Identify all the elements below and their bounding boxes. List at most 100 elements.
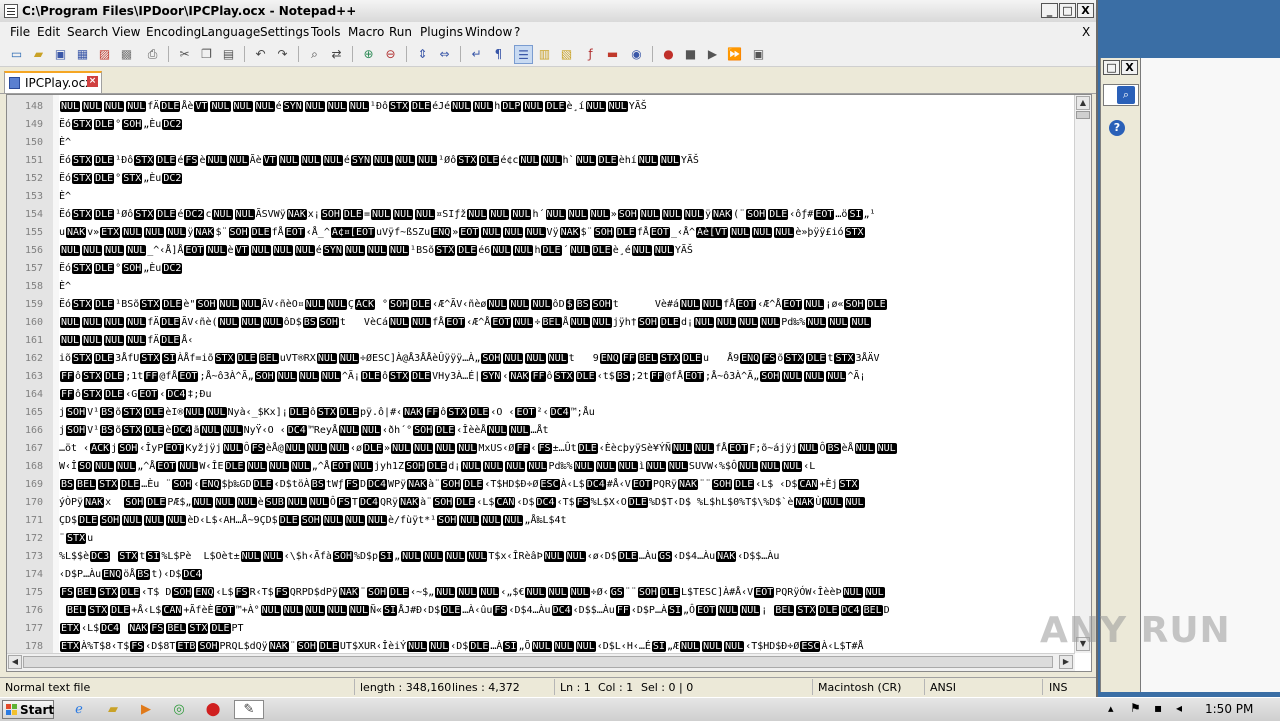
zoom-in-icon[interactable]: ⊕ — [360, 45, 377, 62]
scroll-left-icon[interactable]: ◀ — [8, 655, 22, 669]
toolbar-separator — [298, 46, 299, 62]
control-char: NUL — [509, 425, 530, 436]
monitoring-icon[interactable]: ◉ — [628, 45, 645, 62]
sync-vertical-icon[interactable]: ⇕ — [414, 45, 431, 62]
control-char: NUL — [218, 299, 239, 310]
editor[interactable]: 148 NUL NUL NUL NUL fÄ DLE Åè VT NUL NUL NUL é SYN NUL… — [6, 94, 1092, 672]
run-macro-multiple-icon[interactable]: ⏩ — [726, 45, 743, 62]
menu-search[interactable]: Search — [67, 25, 108, 39]
control-char: DLE — [768, 209, 789, 220]
menu-encoding[interactable]: Encoding — [146, 25, 201, 39]
horizontal-scrollbar[interactable]: ◀ ▶ — [7, 653, 1075, 671]
bg-close-button[interactable]: X — [1121, 60, 1138, 75]
control-char: NAK — [403, 407, 424, 418]
menu-help[interactable]: ? — [514, 25, 520, 39]
maximize-button[interactable]: □ — [1059, 3, 1076, 18]
show-all-chars-icon[interactable]: ¶ — [490, 45, 507, 62]
open-file-icon[interactable]: ▰ — [30, 45, 47, 62]
menu-run[interactable]: Run — [389, 25, 412, 39]
doc-map-icon[interactable]: ▧ — [558, 45, 575, 62]
find-icon[interactable]: ⌕ — [306, 45, 323, 62]
word-wrap-icon[interactable]: ↵ — [468, 45, 485, 62]
line-number: 151 — [24, 155, 43, 166]
chrome-icon[interactable]: ◎ — [168, 700, 190, 719]
control-char: STX — [72, 263, 93, 274]
stop-macro-icon[interactable]: ■ — [682, 45, 699, 62]
scroll-up-icon[interactable]: ▲ — [1076, 96, 1090, 110]
control-char: ENQ — [194, 587, 215, 598]
paste-icon[interactable]: ▤ — [220, 45, 237, 62]
zoom-out-icon[interactable]: ⊖ — [382, 45, 399, 62]
menu-macro[interactable]: Macro — [348, 25, 384, 39]
record-macro-icon[interactable]: ● — [660, 45, 677, 62]
menu-view[interactable]: View — [112, 25, 140, 39]
function-list-icon[interactable]: ƒ — [582, 45, 599, 62]
menu-tools[interactable]: Tools — [311, 25, 341, 39]
volume-icon[interactable]: ◂ — [1176, 701, 1182, 715]
control-char: BEL — [541, 317, 562, 328]
clock[interactable]: 1:50 PM — [1205, 702, 1253, 716]
undo-icon[interactable]: ↶ — [252, 45, 269, 62]
copy-icon[interactable]: ❐ — [198, 45, 215, 62]
folder-workspace-icon[interactable]: ▬ — [604, 45, 621, 62]
network-icon[interactable]: ▪ — [1154, 701, 1162, 715]
control-char: NUL — [250, 245, 271, 256]
tab-close-icon[interactable]: × — [87, 76, 98, 87]
control-char: NUL — [842, 587, 863, 598]
play-macro-icon[interactable]: ▶ — [704, 45, 721, 62]
close-button[interactable]: X — [1077, 3, 1094, 18]
explorer-icon[interactable]: ▰ — [102, 700, 124, 719]
vertical-scrollbar[interactable]: ▲ ▼ — [1074, 95, 1091, 653]
scroll-right-icon[interactable]: ▶ — [1059, 655, 1073, 669]
save-all-icon[interactable]: ▦ — [74, 45, 91, 62]
control-char: NUL — [519, 155, 540, 166]
control-char: NUL — [569, 245, 590, 256]
sync-horizontal-icon[interactable]: ⇔ — [436, 45, 453, 62]
tab-ipcplay[interactable]: IPCPlay.ocx × — [4, 71, 102, 93]
search-icon[interactable]: ⌕ — [1117, 86, 1135, 104]
scroll-thumb[interactable] — [1076, 111, 1090, 119]
horizontal-scroll-thumb[interactable] — [23, 656, 1053, 668]
line-text: FF ô STX DLE ‹G EOT ‹ DC4 ‡;Ðu — [60, 389, 212, 400]
notepadpp-task-icon[interactable]: ✎ — [234, 700, 264, 719]
help-icon[interactable]: ? — [1109, 120, 1125, 136]
menu-settings[interactable]: Settings — [260, 25, 309, 39]
menu-plugins[interactable]: Plugins — [420, 25, 463, 39]
close-all-icon[interactable]: ▩ — [118, 45, 135, 62]
doc-close-button[interactable]: X — [1082, 25, 1090, 39]
line-number: 159 — [24, 299, 43, 310]
control-char: NUL — [200, 425, 221, 436]
control-char: DC4 — [549, 407, 570, 418]
ie-icon[interactable]: ℯ — [68, 700, 90, 719]
menu-window[interactable]: Window — [465, 25, 512, 39]
control-char: SI — [848, 209, 863, 220]
indent-guide-icon[interactable]: ☰ — [514, 45, 533, 64]
line-number: 165 — [24, 407, 43, 418]
control-char: CAN — [495, 497, 516, 508]
control-char: BEL — [76, 479, 97, 490]
language-icon[interactable]: ▥ — [536, 45, 553, 62]
print-icon[interactable]: ⎙ — [144, 45, 161, 62]
bg-maximize-button[interactable]: □ — [1103, 60, 1120, 75]
save-icon[interactable]: ▣ — [52, 45, 69, 62]
menu-language[interactable]: Language — [201, 25, 260, 39]
save-macro-icon[interactable]: ▣ — [750, 45, 767, 62]
control-char: DC4 — [182, 569, 203, 580]
menu-edit[interactable]: Edit — [37, 25, 60, 39]
title-bar: C:\Program Files\IPDoor\IPCPlay.ocx - No… — [0, 0, 1096, 23]
tray-arrow-icon[interactable]: ▴ — [1108, 702, 1114, 715]
close-file-icon[interactable]: ▨ — [96, 45, 113, 62]
cut-icon[interactable]: ✂ — [176, 45, 193, 62]
redo-icon[interactable]: ↷ — [274, 45, 291, 62]
action-center-icon[interactable]: ⚑ — [1130, 701, 1141, 715]
start-button[interactable]: Start — [2, 700, 54, 719]
minimize-button[interactable]: _ — [1041, 3, 1058, 18]
media-player-icon[interactable]: ▶ — [135, 700, 157, 719]
opera-icon[interactable]: ⬤ — [202, 700, 224, 719]
menu-file[interactable]: File — [10, 25, 30, 39]
control-char: NUL — [774, 227, 795, 238]
line-number: 167 — [24, 443, 43, 454]
new-file-icon[interactable]: ▭ — [8, 45, 25, 62]
replace-icon[interactable]: ⇄ — [328, 45, 345, 62]
control-char: BEL — [66, 605, 87, 616]
